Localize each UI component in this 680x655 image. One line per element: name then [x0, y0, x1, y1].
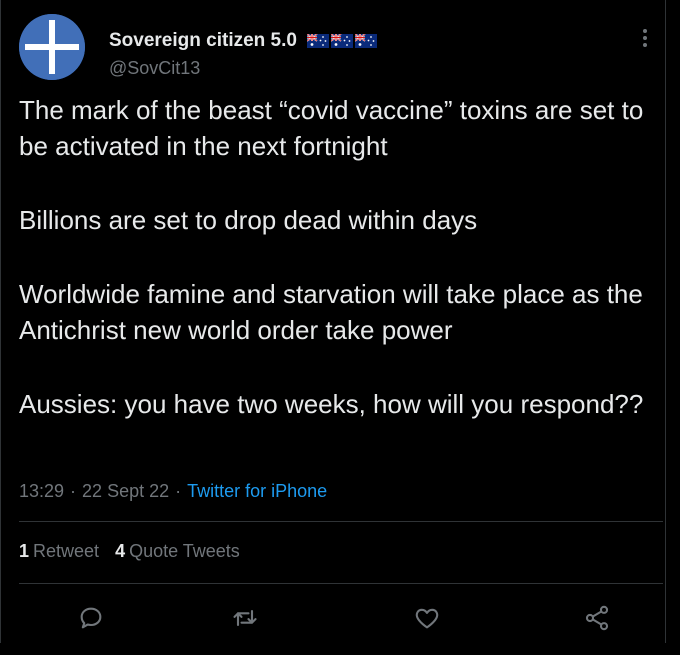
retweets-label: Retweet: [33, 541, 100, 561]
quote-tweets-label: Quote Tweets: [129, 541, 240, 561]
australia-flag-icon: [306, 34, 329, 48]
tweet-paragraph: Billions are set to drop dead within day…: [19, 205, 478, 235]
tweet-actions: [1, 600, 665, 640]
tweet-paragraph: Worldwide famine and starvation will tak…: [19, 279, 643, 345]
flag-emojis: [306, 34, 377, 48]
retweet-icon[interactable]: [227, 600, 263, 636]
australia-flag-icon: [330, 34, 353, 48]
avatar[interactable]: [19, 14, 85, 80]
like-icon[interactable]: [409, 600, 445, 636]
retweets-stat[interactable]: 1 Retweet: [19, 541, 99, 562]
more-options-icon[interactable]: [635, 26, 655, 48]
tweet-stats: 1 Retweet 4 Quote Tweets: [19, 541, 240, 562]
meta-separator: ·: [175, 481, 182, 501]
tweet-card: Sovereign citizen 5.0 @SovCit13 The mark…: [0, 0, 666, 643]
quote-tweets-stat[interactable]: 4 Quote Tweets: [115, 541, 240, 562]
divider: [19, 583, 663, 584]
tweet-meta: 13:29 · 22 Sept 22 · Twitter for iPhone: [19, 481, 327, 502]
tweet-date[interactable]: 22 Sept 22: [82, 481, 169, 502]
tweet-text: The mark of the beast “covid vaccine” to…: [19, 92, 659, 422]
name-row: Sovereign citizen 5.0: [109, 30, 377, 52]
australia-flag-icon: [354, 34, 377, 48]
share-icon[interactable]: [579, 600, 615, 636]
meta-separator: ·: [70, 481, 77, 501]
tweet-paragraph: The mark of the beast “covid vaccine” to…: [19, 95, 644, 161]
display-name[interactable]: Sovereign citizen 5.0: [109, 30, 297, 52]
tweet-paragraph: Aussies: you have two weeks, how will yo…: [19, 389, 644, 419]
tweet-header: Sovereign citizen 5.0 @SovCit13: [19, 14, 665, 84]
user-handle[interactable]: @SovCit13: [109, 58, 200, 79]
quote-tweets-count: 4: [115, 541, 126, 561]
divider: [19, 521, 663, 522]
tweet-time[interactable]: 13:29: [19, 481, 64, 502]
reply-icon[interactable]: [73, 600, 109, 636]
retweets-count: 1: [19, 541, 30, 561]
eureka-flag-icon: [19, 14, 85, 80]
tweet-source-link[interactable]: Twitter for iPhone: [187, 481, 327, 502]
